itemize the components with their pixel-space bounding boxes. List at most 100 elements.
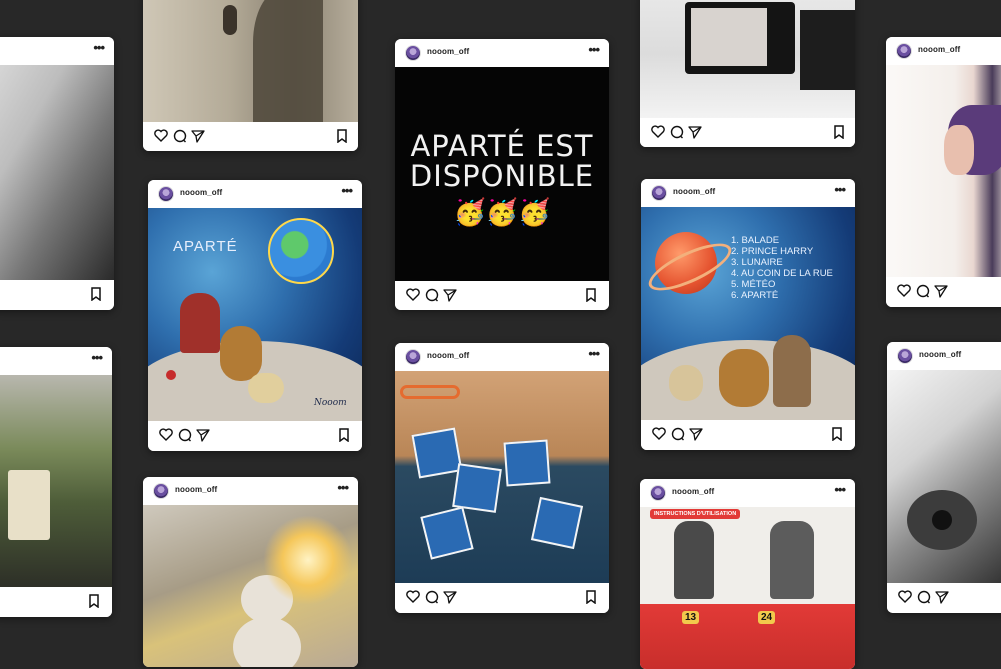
post-actions — [641, 420, 855, 450]
more-options-button[interactable]: ••• — [341, 183, 353, 198]
bookmark-icon[interactable] — [88, 594, 100, 608]
username[interactable]: nooom_off — [175, 485, 217, 494]
track-item: 5. MÉTÉO — [731, 279, 776, 290]
heart-icon[interactable] — [651, 125, 665, 138]
more-options-button[interactable]: ••• — [834, 182, 846, 197]
heart-icon[interactable] — [159, 428, 173, 441]
instructions-sign: INSTRUCTIONS D'UTILISATION — [650, 509, 741, 519]
share-icon[interactable] — [689, 427, 703, 441]
announcement-line-1: APARTÉ EST — [410, 129, 594, 163]
avatar[interactable] — [650, 485, 666, 501]
username[interactable]: nooom_off — [427, 351, 469, 360]
username[interactable]: nooom_off — [180, 188, 222, 197]
heart-icon[interactable] — [897, 284, 911, 297]
post-image[interactable] — [640, 0, 855, 118]
announcement-line-2: DISPONIBLE — [409, 159, 595, 193]
post-header: nooom_off — [886, 37, 1001, 65]
post-actions — [0, 280, 114, 310]
share-icon[interactable] — [688, 125, 702, 139]
comment-icon[interactable] — [916, 284, 930, 298]
username[interactable]: nooom_off — [672, 487, 714, 496]
username[interactable]: nooom_off — [427, 47, 469, 56]
share-icon[interactable] — [935, 590, 949, 604]
bookmark-icon[interactable] — [585, 590, 597, 604]
post-actions — [0, 587, 112, 617]
avatar[interactable] — [651, 185, 667, 201]
comment-icon[interactable] — [173, 129, 187, 143]
comment-icon[interactable] — [178, 428, 192, 442]
bookmark-icon[interactable] — [336, 129, 348, 143]
post-image[interactable] — [886, 65, 1001, 277]
more-options-button[interactable]: ••• — [834, 482, 846, 497]
post-image[interactable] — [143, 505, 358, 667]
share-icon[interactable] — [443, 590, 457, 604]
comment-icon[interactable] — [425, 288, 439, 302]
share-icon[interactable] — [443, 288, 457, 302]
post-card: nooom_off ••• INSTRUCTIONS D'UTILISATION… — [640, 479, 855, 669]
post-image[interactable]: APARTÉ EST DISPONIBLE 🥳🥳🥳 — [395, 67, 609, 281]
comment-icon[interactable] — [670, 125, 684, 139]
bookmark-icon[interactable] — [585, 288, 597, 302]
post-actions — [395, 281, 609, 310]
avatar[interactable] — [896, 43, 912, 59]
avatar[interactable] — [153, 483, 169, 499]
post-image[interactable] — [143, 0, 358, 122]
bookmark-icon[interactable] — [831, 427, 843, 441]
post-actions — [887, 583, 1001, 613]
post-header: nooom_off ••• — [395, 343, 609, 371]
bookmark-icon[interactable] — [90, 287, 102, 301]
silhouette-shape — [253, 0, 323, 122]
post-header: ••• — [0, 347, 112, 375]
post-header: nooom_off ••• — [641, 179, 855, 207]
comment-icon[interactable] — [671, 427, 685, 441]
duck-figure — [248, 373, 284, 403]
avatar[interactable] — [897, 348, 913, 364]
fire-shape — [263, 515, 353, 605]
bookmark-icon[interactable] — [338, 428, 350, 442]
heart-icon[interactable] — [652, 427, 666, 440]
machine-number: 13 — [682, 611, 700, 624]
avatar[interactable] — [405, 45, 421, 61]
heart-icon[interactable] — [406, 590, 420, 603]
more-options-button[interactable]: ••• — [337, 480, 349, 495]
cd-booklet — [503, 439, 551, 487]
share-icon[interactable] — [191, 129, 205, 143]
more-options-button[interactable]: ••• — [588, 346, 600, 361]
username[interactable]: nooom_off — [673, 187, 715, 196]
share-icon[interactable] — [196, 428, 210, 442]
post-image[interactable] — [0, 65, 114, 280]
post-image[interactable] — [395, 371, 609, 583]
avatar[interactable] — [158, 186, 174, 202]
avatar[interactable] — [405, 349, 421, 365]
post-image[interactable]: 1. BALADE 2. PRINCE HARRY 3. LUNAIRE 4. … — [641, 207, 855, 450]
post-image[interactable] — [887, 370, 1001, 583]
bookmark-icon[interactable] — [833, 125, 845, 139]
share-icon[interactable] — [934, 284, 948, 298]
girl-figure — [180, 293, 220, 353]
username[interactable]: nooom_off — [919, 350, 961, 359]
heart-icon[interactable] — [406, 288, 420, 301]
post-card: ••• — [0, 37, 114, 310]
bear-figure — [220, 326, 262, 381]
post-image[interactable]: INSTRUCTIONS D'UTILISATION 13 24 — [640, 507, 855, 669]
post-image[interactable] — [0, 375, 112, 587]
post-card: ••• — [0, 347, 112, 617]
rose-figure — [166, 370, 176, 380]
post-card — [640, 0, 855, 147]
more-options-button[interactable]: ••• — [588, 42, 600, 57]
post-card — [143, 0, 358, 151]
post-image[interactable]: APARTÉ Nooom — [148, 208, 362, 451]
heart-icon[interactable] — [154, 129, 168, 142]
post-actions — [395, 583, 609, 613]
post-card: nooom_off — [887, 342, 1001, 613]
comment-icon[interactable] — [425, 590, 439, 604]
comment-icon[interactable] — [917, 590, 931, 604]
heart-icon[interactable] — [898, 590, 912, 603]
more-options-button[interactable]: ••• — [93, 40, 105, 55]
cover-title: APARTÉ — [173, 238, 238, 255]
more-options-button[interactable]: ••• — [91, 350, 103, 365]
guitar-soundhole — [932, 510, 952, 530]
girl-figure — [773, 335, 811, 407]
username[interactable]: nooom_off — [918, 45, 960, 54]
duck-figure — [669, 365, 703, 401]
